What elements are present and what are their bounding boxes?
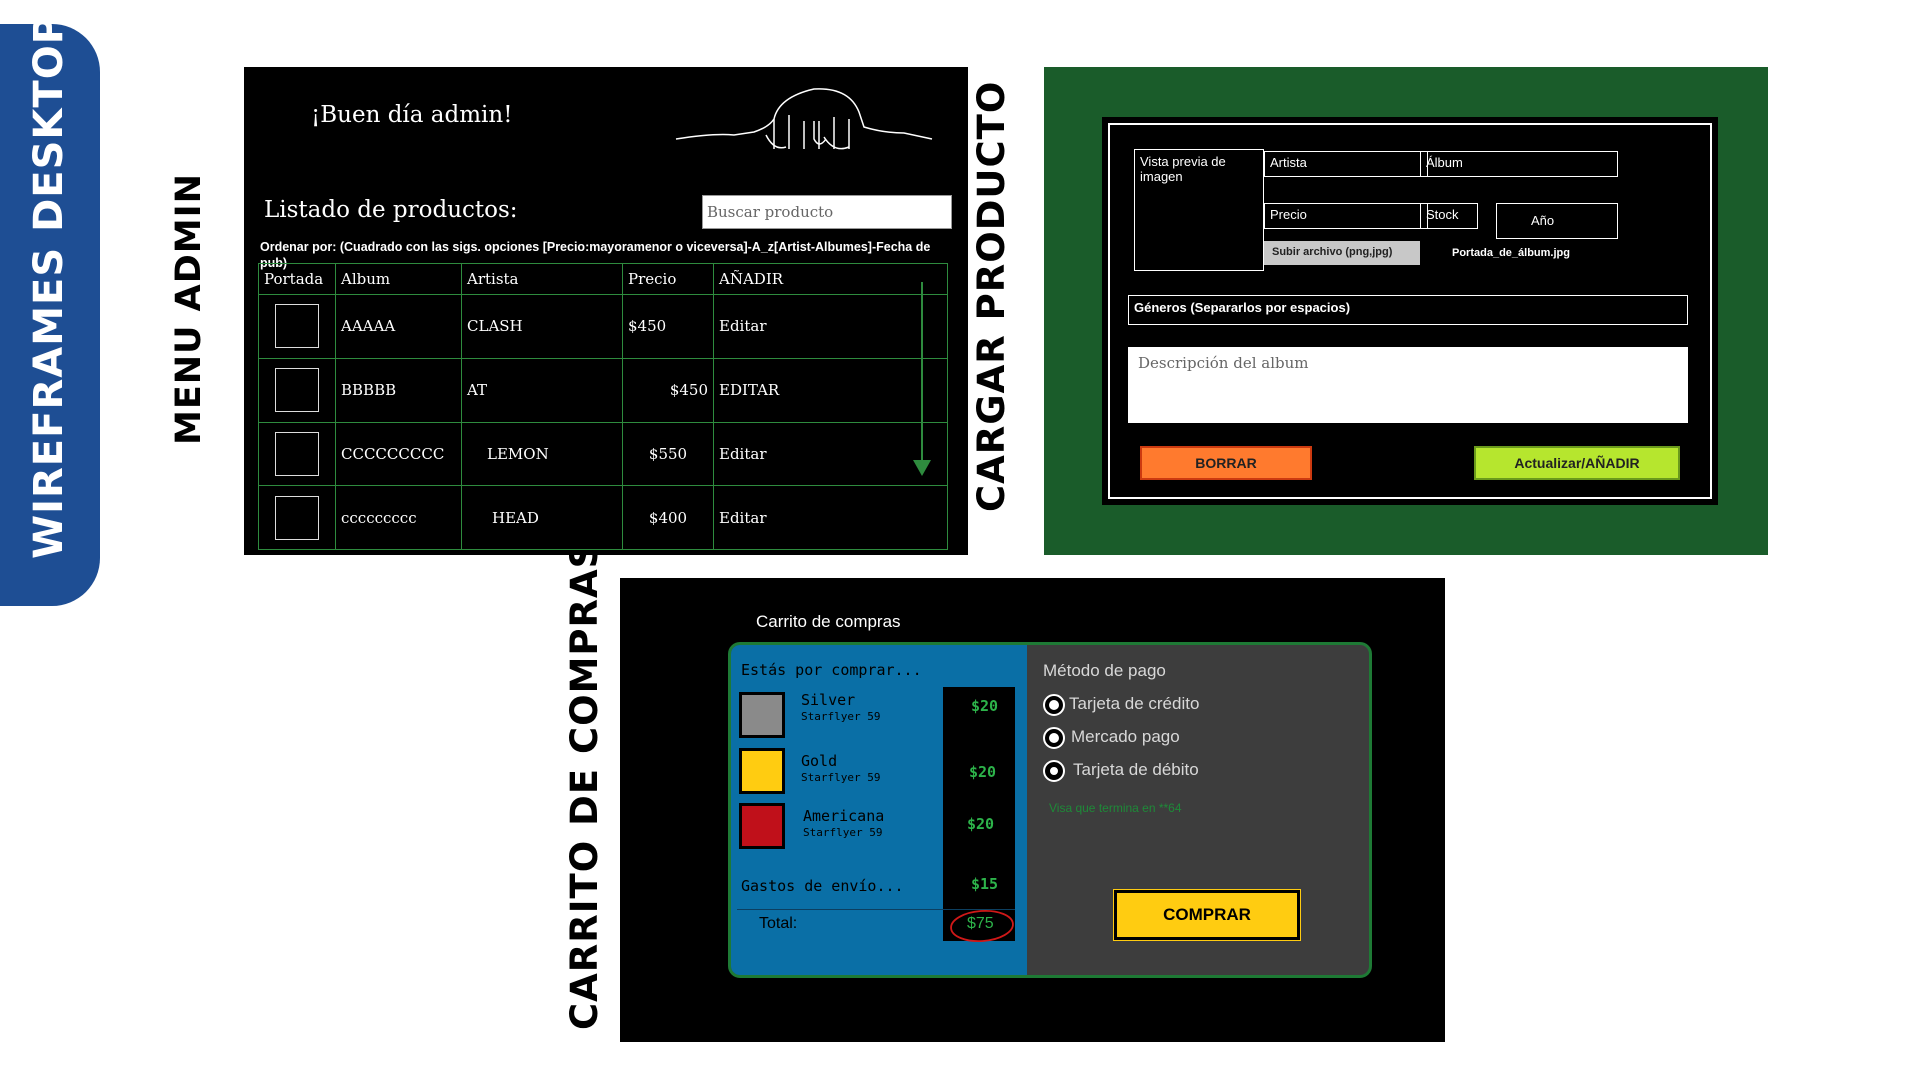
search-input[interactable]: Buscar producto	[702, 195, 952, 229]
artist-cell: HEAD	[461, 485, 623, 550]
doodle-character-icon	[675, 88, 933, 150]
update-add-button[interactable]: Actualizar/AÑADIR	[1474, 446, 1680, 480]
upload-file-button[interactable]: Subir archivo (png,jpg)	[1264, 241, 1420, 265]
payment-option-mercado-pago[interactable]: Mercado pago	[1071, 727, 1180, 747]
description-field[interactable]: Descripción del album	[1128, 347, 1688, 423]
item-artist: Starflyer 59	[803, 826, 883, 839]
price-cell: $450	[622, 294, 714, 359]
edit-link[interactable]: Editar	[713, 294, 948, 359]
list-title: Listado de productos:	[264, 197, 518, 223]
image-preview: Vista previa de imagen	[1134, 149, 1264, 271]
cart-title: Carrito de compras	[756, 612, 901, 631]
stock-field[interactable]: Stock	[1420, 203, 1478, 229]
scrollbar-track[interactable]	[921, 282, 923, 462]
album-cover-americana	[739, 803, 785, 849]
side-tab: WIREFRAMES DESKTOP	[0, 14, 100, 606]
scroll-down-arrow-icon[interactable]	[913, 460, 931, 476]
item-name: Gold	[801, 752, 838, 770]
album-cover-silver	[739, 692, 785, 738]
card-note: Visa que termina en **64	[1049, 801, 1182, 815]
cart-summary: Estás por comprar... Silver Starflyer 59…	[731, 645, 1027, 975]
album-cell: CCCCCCCCC	[335, 421, 462, 487]
col-artista: Artista	[461, 263, 623, 295]
col-precio: Precio	[622, 263, 714, 295]
cargar-panel: Vista previa de imagen Artista Álbum Pre…	[1044, 67, 1768, 555]
album-field[interactable]: Álbum	[1420, 151, 1618, 177]
edit-link[interactable]: Editar	[713, 421, 948, 487]
price-cell: $400	[622, 485, 714, 550]
artist-cell: LEMON	[461, 421, 623, 487]
price-column	[943, 687, 1015, 941]
menu-admin-label: MENU ADMIN	[169, 173, 209, 445]
album-cover-gold	[739, 748, 785, 794]
payment-option-credit[interactable]: Tarjeta de crédito	[1069, 694, 1199, 714]
products-table: Portada Album Artista Precio AÑADIR AAAA…	[258, 263, 948, 550]
side-tab-label: WIREFRAMES DESKTOP	[26, 13, 72, 559]
table-row: BBBBB AT $450 EDITAR	[258, 357, 948, 423]
buy-button[interactable]: COMPRAR	[1113, 889, 1301, 941]
table-row: AAAAA CLASH $450 Editar	[258, 294, 948, 359]
album-cell: BBBBB	[335, 357, 462, 423]
item-artist: Starflyer 59	[801, 771, 881, 784]
cargar-producto-label: CARGAR PRODUCTO	[970, 80, 1013, 512]
album-cell: AAAAA	[335, 294, 462, 359]
admin-panel: ¡Buen día admin! Listado de productos: B…	[244, 67, 968, 555]
table-header-row: Portada Album Artista Precio AÑADIR	[258, 263, 948, 295]
shipping-label: Gastos de envío...	[741, 877, 904, 895]
table-row: ccccccccc HEAD $400 Editar	[258, 485, 948, 550]
file-name: Portada_de_álbum.jpg	[1452, 247, 1570, 259]
radio-mercado-pago[interactable]	[1043, 727, 1065, 749]
item-name: Silver	[801, 691, 856, 709]
total-circle-annotation	[950, 909, 1014, 943]
cover-thumbnail	[275, 495, 319, 540]
artist-field[interactable]: Artista	[1264, 151, 1428, 177]
item-artist: Starflyer 59	[801, 710, 881, 723]
year-field[interactable]: Año	[1496, 203, 1618, 239]
artist-cell: CLASH	[461, 294, 623, 359]
genres-field[interactable]: Géneros (Separarlos por espacios)	[1128, 295, 1688, 325]
greeting: ¡Buen día admin!	[311, 102, 513, 128]
price-cell: $450	[622, 357, 714, 423]
col-portada: Portada	[258, 263, 336, 295]
cart-heading: Estás por comprar...	[741, 661, 922, 679]
carrito-compras-label: CARRITO DE COMPRAS	[563, 540, 606, 1030]
item-price: $20	[969, 763, 997, 781]
item-price: $20	[967, 815, 995, 833]
item-price: $20	[971, 697, 999, 715]
cover-thumbnail	[275, 431, 319, 476]
item-name: Americana	[803, 807, 885, 825]
price-cell: $550	[622, 421, 714, 487]
table-row: CCCCCCCCC LEMON $550 Editar	[258, 421, 948, 487]
price-field[interactable]: Precio	[1264, 203, 1428, 229]
album-cell: ccccccccc	[335, 485, 462, 550]
cart-box: Estás por comprar... Silver Starflyer 59…	[728, 642, 1372, 978]
edit-link[interactable]: EDITAR	[713, 357, 948, 423]
payment-title: Método de pago	[1043, 661, 1166, 680]
radio-credit[interactable]	[1043, 694, 1065, 716]
edit-link[interactable]: Editar	[713, 485, 948, 550]
col-anadir[interactable]: AÑADIR	[713, 263, 948, 295]
cover-thumbnail	[275, 368, 319, 413]
delete-button[interactable]: BORRAR	[1140, 446, 1312, 480]
carrito-panel: Carrito de compras Estás por comprar... …	[620, 578, 1445, 1042]
total-label: Total:	[759, 915, 798, 932]
artist-cell: AT	[461, 357, 623, 423]
cover-thumbnail	[275, 304, 319, 349]
payment-option-debit[interactable]: Tarjeta de débito	[1073, 760, 1199, 780]
col-album: Album	[335, 263, 462, 295]
shipping-price: $15	[971, 875, 999, 893]
upload-form: Vista previa de imagen Artista Álbum Pre…	[1102, 117, 1718, 505]
radio-debit-selected[interactable]	[1043, 760, 1065, 782]
